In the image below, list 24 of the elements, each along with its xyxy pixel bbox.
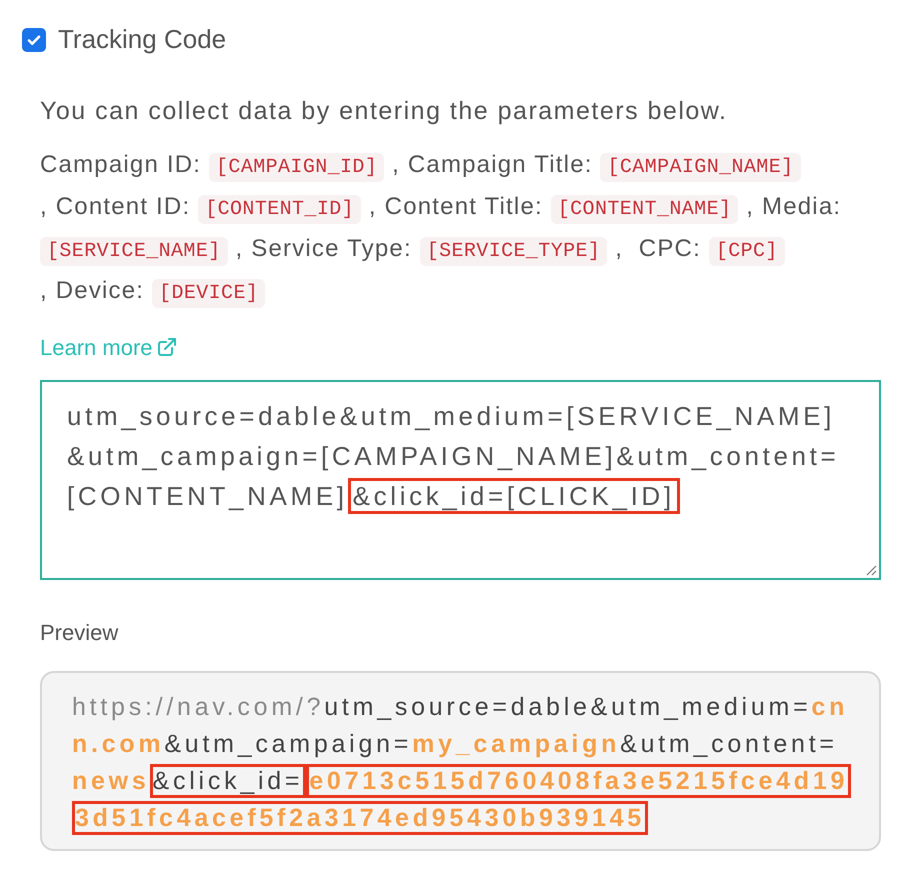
parameter-label: , Content Title: [368,192,543,220]
checkbox[interactable] [22,28,46,52]
tracking-code-field[interactable]: utm_source=dable&utm_medium=[SERVICE_NAME]&utm_campaign=[CAMPAIGN_NAME]&utm_content=[CONTENT_NAME] &click_id=[CLICK_ID] [40,380,881,580]
preview-url: https://nav.com/?utm_source=dable&utm_medium=cnn.com&utm_campaign=my_campaign&utm_content= news&click_id= e0713c515d760408fa3e5215fce4d193d51fc4acef5f2a3174ed95430b939145 [72,688,849,836]
parameter-label: , Device: [40,276,144,304]
parameter-label: , Campaign Title: [392,150,593,178]
parameter-label: , CPC: [615,234,701,262]
parameter-code: [CAMPAIGN_ID] [209,152,384,182]
parameter-code: [CAMPAIGN_NAME] [600,152,801,182]
checkbox-label: Tracking Code [58,23,226,56]
parameter-code: [DEVICE] [152,278,266,308]
parameter-code: [SERVICE_NAME] [40,236,228,266]
resize-handle-icon[interactable] [865,564,877,576]
preview-label: Preview [40,618,120,646]
parameter-code: [SERVICE_TYPE] [420,236,608,266]
description: You can collect data by entering the parameters below. [40,96,728,127]
parameter-code: [CONTENT_NAME] [550,194,738,224]
parameter-code: [CONTENT_ID] [198,194,362,224]
parameter-label: , Media: [746,192,842,220]
parameter-label: , Service Type: [236,234,412,262]
parameter-label: Campaign ID: [40,150,202,178]
external-link-icon [156,337,177,357]
parameter-label: , Content ID: [40,192,190,220]
parameter-code: [CPC] [708,236,785,266]
